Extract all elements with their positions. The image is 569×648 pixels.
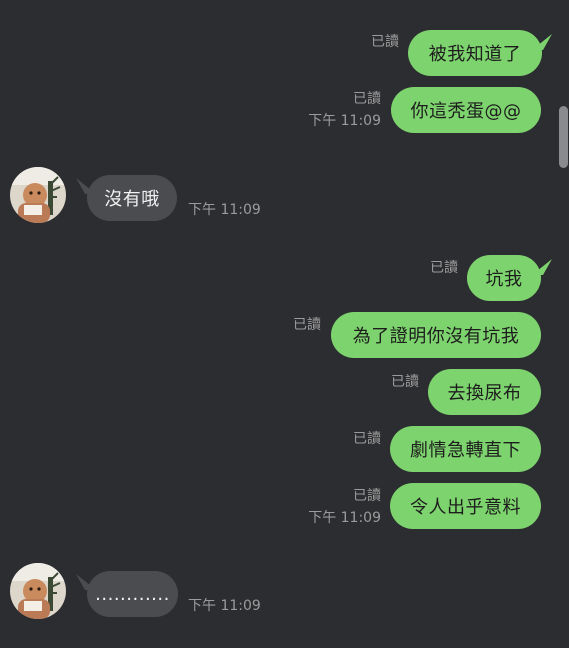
read-receipt: 已讀 [353,431,381,447]
message-text: 去換尿布 [447,383,522,404]
chat-area: 已讀 被我知道了 已讀 下午 11:09 你這秃蛋@@ 沒有哦 下午 11:09… [0,0,569,648]
message-meta: 已讀 下午 11:09 [308,88,381,132]
contact-avatar[interactable] [10,167,66,223]
timestamp: 下午 11:09 [308,113,381,129]
timestamp: 下午 11:09 [188,598,261,614]
timestamp: 下午 11:09 [308,510,381,526]
message-text: 為了證明你沒有坑我 [352,326,520,347]
outgoing-message[interactable]: 劇情急轉直下 [390,426,541,472]
timestamp: 下午 11:09 [188,202,261,218]
outgoing-message[interactable]: 為了證明你沒有坑我 [331,312,541,358]
message-text: 被我知道了 [428,44,522,65]
message-text: 沒有哦 [104,189,160,210]
avatar-photo-icon [10,167,66,223]
incoming-message[interactable]: 沒有哦 [87,175,177,221]
incoming-message[interactable]: ............ [87,571,178,617]
avatar-photo-icon [10,563,66,619]
outgoing-message[interactable]: 去換尿布 [428,369,541,415]
read-receipt: 已讀 [371,34,399,50]
message-text: 劇情急轉直下 [410,440,521,461]
message-meta: 已讀 下午 11:09 [308,485,381,529]
read-receipt: 已讀 [293,317,321,333]
contact-avatar[interactable] [10,563,66,619]
read-receipt: 已讀 [353,91,381,107]
message-text: 令人出乎意料 [410,497,521,518]
message-text: 坑我 [485,269,523,290]
message-text: 你這秃蛋@@ [410,101,522,122]
outgoing-message[interactable]: 被我知道了 [408,30,542,76]
read-receipt: 已讀 [353,488,381,504]
message-text: ............ [95,583,170,605]
outgoing-message[interactable]: 令人出乎意料 [390,483,541,529]
outgoing-message[interactable]: 坑我 [467,255,541,301]
read-receipt: 已讀 [391,374,419,390]
scrollbar[interactable] [559,106,568,168]
outgoing-message[interactable]: 你這秃蛋@@ [391,87,541,133]
read-receipt: 已讀 [430,260,458,276]
